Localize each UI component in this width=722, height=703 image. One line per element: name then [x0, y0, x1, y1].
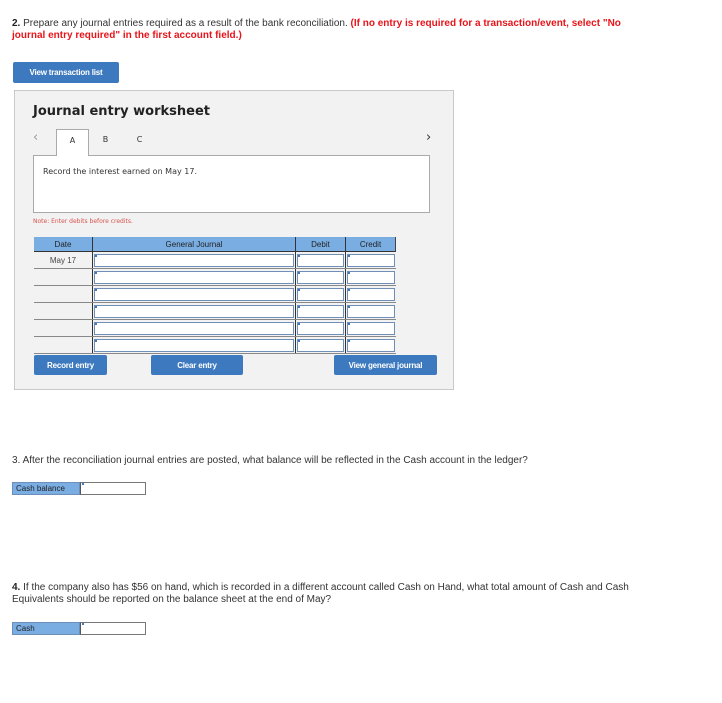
- view-transaction-list-button[interactable]: View transaction list: [13, 62, 119, 83]
- journal-debit-cell: [295, 268, 346, 286]
- journal-debit-cell: [295, 319, 346, 337]
- credit-input[interactable]: [347, 287, 395, 301]
- debit-input[interactable]: [297, 321, 344, 335]
- journal-credit-cell: [345, 302, 396, 320]
- cash-balance-row: Cash balance: [12, 482, 146, 495]
- journal-account-cell: [92, 336, 296, 354]
- journal-debit-cell: [295, 336, 346, 354]
- tab-c[interactable]: C: [123, 129, 156, 155]
- chevron-right-icon[interactable]: ›: [426, 130, 431, 145]
- header-date: Date: [34, 237, 93, 252]
- journal-row: May 17: [34, 251, 396, 269]
- credit-input[interactable]: [347, 304, 395, 318]
- debit-input[interactable]: [297, 253, 344, 267]
- cash-balance-label: Cash balance: [12, 482, 80, 495]
- account-input[interactable]: [94, 338, 294, 352]
- view-general-journal-button[interactable]: View general journal: [334, 355, 437, 375]
- tab-b[interactable]: B: [89, 129, 122, 155]
- account-input[interactable]: [94, 287, 294, 301]
- journal-account-cell: [92, 268, 296, 286]
- journal-table: Date General Journal Debit Credit May 17: [34, 237, 396, 354]
- journal-account-cell: [92, 285, 296, 303]
- journal-debit-cell: [295, 302, 346, 320]
- journal-row: [34, 336, 396, 354]
- question-2: 2. Prepare any journal entries required …: [12, 18, 652, 42]
- debit-input[interactable]: [297, 287, 344, 301]
- tab-a[interactable]: A: [56, 129, 89, 156]
- question-4: 4. If the company also has $56 on hand, …: [12, 582, 652, 606]
- header-debit: Debit: [295, 237, 346, 252]
- journal-account-cell: [92, 302, 296, 320]
- journal-date-cell: [34, 319, 93, 337]
- journal-debit-cell: [295, 251, 346, 269]
- cash-label: Cash: [12, 622, 80, 635]
- journal-credit-cell: [345, 285, 396, 303]
- worksheet-title: Journal entry worksheet: [33, 104, 210, 119]
- journal-header-row: Date General Journal Debit Credit: [34, 237, 396, 252]
- journal-row: [34, 268, 396, 286]
- account-input[interactable]: [94, 253, 294, 267]
- journal-row: [34, 319, 396, 337]
- entry-description: Record the interest earned on May 17.: [33, 155, 430, 213]
- journal-date-cell: May 17: [34, 251, 93, 269]
- account-input[interactable]: [94, 321, 294, 335]
- journal-row: [34, 285, 396, 303]
- journal-credit-cell: [345, 319, 396, 337]
- question-3: 3. After the reconciliation journal entr…: [12, 455, 528, 466]
- debit-input[interactable]: [297, 338, 344, 352]
- debit-input[interactable]: [297, 304, 344, 318]
- entry-note: Note: Enter debits before credits.: [33, 218, 133, 225]
- clear-entry-button[interactable]: Clear entry: [151, 355, 243, 375]
- record-entry-button[interactable]: Record entry: [34, 355, 107, 375]
- journal-credit-cell: [345, 251, 396, 269]
- question-4-text: If the company also has $56 on hand, whi…: [12, 582, 629, 605]
- journal-date-cell: [34, 268, 93, 286]
- credit-input[interactable]: [347, 338, 395, 352]
- journal-account-cell: [92, 251, 296, 269]
- header-general-journal: General Journal: [92, 237, 296, 252]
- journal-account-cell: [92, 319, 296, 337]
- credit-input[interactable]: [347, 270, 395, 284]
- journal-date-cell: [34, 285, 93, 303]
- journal-entry-worksheet: Journal entry worksheet ‹ A B C › Record…: [14, 90, 454, 390]
- credit-input[interactable]: [347, 321, 395, 335]
- journal-credit-cell: [345, 336, 396, 354]
- header-credit: Credit: [345, 237, 396, 252]
- debit-input[interactable]: [297, 270, 344, 284]
- cash-input[interactable]: [80, 622, 146, 635]
- credit-input[interactable]: [347, 253, 395, 267]
- journal-date-cell: [34, 336, 93, 354]
- journal-row: [34, 302, 396, 320]
- journal-debit-cell: [295, 285, 346, 303]
- cash-row: Cash: [12, 622, 146, 635]
- journal-credit-cell: [345, 268, 396, 286]
- chevron-left-icon[interactable]: ‹: [33, 130, 38, 145]
- account-input[interactable]: [94, 304, 294, 318]
- cash-balance-input[interactable]: [80, 482, 146, 495]
- journal-date-cell: [34, 302, 93, 320]
- account-input[interactable]: [94, 270, 294, 284]
- question-2-text: Prepare any journal entries required as …: [20, 18, 351, 29]
